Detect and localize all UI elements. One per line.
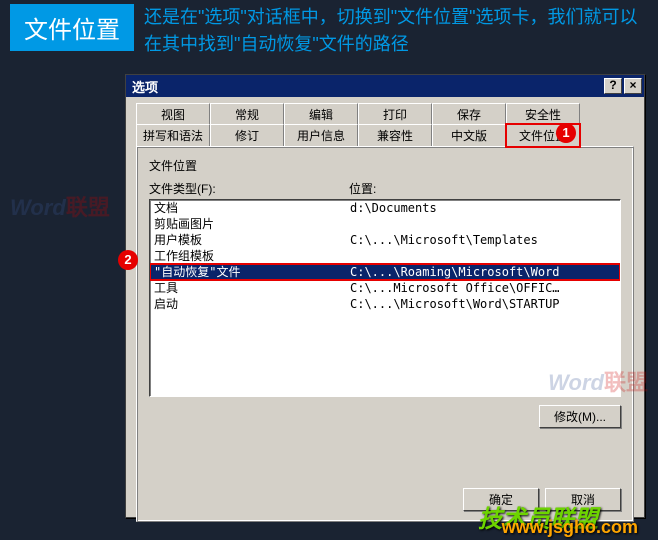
modify-button[interactable]: 修改(M)... [539, 405, 621, 428]
list-item[interactable]: 剪贴画图片 [150, 216, 620, 232]
annotation-marker-1: 1 [556, 123, 576, 143]
tab-edit[interactable]: 编辑 [284, 103, 358, 125]
list-item[interactable]: 用户模板C:\...\Microsoft\Templates [150, 232, 620, 248]
tab-revision[interactable]: 修订 [210, 124, 284, 147]
tab-print[interactable]: 打印 [358, 103, 432, 125]
help-button[interactable]: ? [604, 78, 622, 94]
column-file-type: 文件类型(F): [149, 180, 349, 197]
watermark-left: Word联盟 [10, 190, 110, 222]
tab-security[interactable]: 安全性 [506, 103, 580, 125]
close-button[interactable]: × [624, 78, 642, 94]
ok-button[interactable]: 确定 [463, 488, 539, 511]
dialog-footer: 确定 取消 [463, 488, 621, 511]
list-item[interactable]: 工具C:\...Microsoft Office\OFFIC… [150, 280, 620, 296]
header-description: 还是在"选项"对话框中，切换到"文件位置"选项卡，我们就可以在其中找到"自动恢复… [144, 4, 648, 58]
tab-chinese[interactable]: 中文版 [432, 124, 506, 147]
list-item[interactable]: 文档d:\Documents [150, 200, 620, 216]
tab-spelling[interactable]: 拼写和语法 [136, 124, 210, 147]
file-locations-list[interactable]: 文档d:\Documents 剪贴画图片 用户模板C:\...\Microsof… [149, 199, 621, 397]
tab-save[interactable]: 保存 [432, 103, 506, 125]
list-item-autorecover[interactable]: "自动恢复"文件C:\...\Roaming\Microsoft\Word [150, 264, 620, 280]
modify-row: 修改(M)... [149, 405, 621, 428]
options-dialog: 选项 ? × 1 2 视图 常规 编辑 打印 保存 安全性 拼写和语法 修订 用… [125, 74, 645, 518]
cancel-button[interactable]: 取消 [545, 488, 621, 511]
tab-view[interactable]: 视图 [136, 103, 210, 125]
tab-user-info[interactable]: 用户信息 [284, 124, 358, 147]
section-title: 文件位置 [149, 157, 621, 174]
tutorial-header: 文件位置 还是在"选项"对话框中，切换到"文件位置"选项卡，我们就可以在其中找到… [0, 0, 658, 66]
list-item[interactable]: 启动C:\...\Microsoft\Word\STARTUP [150, 296, 620, 312]
titlebar[interactable]: 选项 ? × [126, 75, 644, 97]
tab-compatibility[interactable]: 兼容性 [358, 124, 432, 147]
header-badge: 文件位置 [10, 4, 134, 51]
column-location: 位置: [349, 180, 621, 197]
tab-general[interactable]: 常规 [210, 103, 284, 125]
list-header: 文件类型(F): 位置: [149, 180, 621, 197]
tab-container: 1 2 视图 常规 编辑 打印 保存 安全性 拼写和语法 修订 用户信息 兼容性… [136, 103, 634, 522]
list-item[interactable]: 工作组模板 [150, 248, 620, 264]
dialog-title: 选项 [132, 77, 602, 96]
dialog-body: 1 2 视图 常规 编辑 打印 保存 安全性 拼写和语法 修订 用户信息 兼容性… [126, 97, 644, 532]
tab-panel: 文件位置 文件类型(F): 位置: 文档d:\Documents 剪贴画图片 用… [136, 146, 634, 522]
tab-row-top: 视图 常规 编辑 打印 保存 安全性 [136, 103, 634, 125]
annotation-marker-2: 2 [118, 250, 138, 270]
